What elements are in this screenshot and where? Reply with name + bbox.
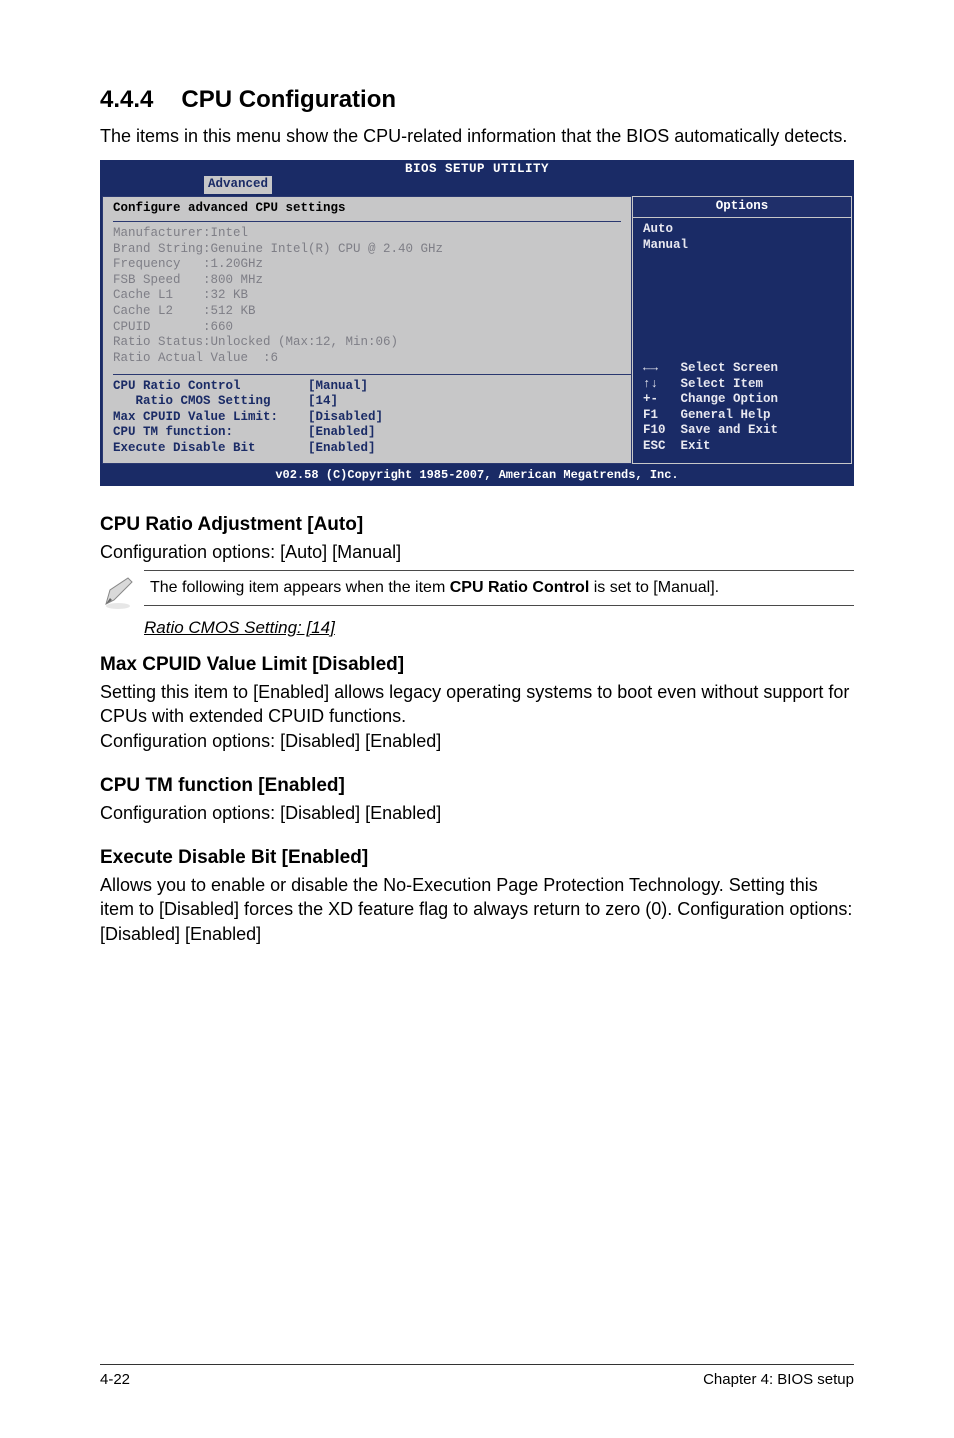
nav-help: ←→ Select Screen ↑↓ Select Item +- Chang… xyxy=(633,357,851,463)
text-max-cpuid: Setting this item to [Enabled] allows le… xyxy=(100,680,854,753)
bios-footer: v02.58 (C)Copyright 1985-2007, American … xyxy=(100,466,854,486)
intro-text: The items in this menu show the CPU-rela… xyxy=(100,124,854,148)
heading-max-cpuid: Max CPUID Value Limit [Disabled] xyxy=(100,654,854,676)
bios-left-header: Configure advanced CPU settings xyxy=(113,201,621,222)
heading-cpu-ratio-adj: CPU Ratio Adjustment [Auto] xyxy=(100,514,854,536)
section-number: 4.4.4 xyxy=(100,86,153,114)
section-heading: 4.4.4 CPU Configuration xyxy=(100,86,854,114)
text-tm-func: Configuration options: [Disabled] [Enabl… xyxy=(100,801,854,825)
bios-screenshot: BIOS SETUP UTILITY Advanced Configure ad… xyxy=(100,160,854,485)
cpu-settings-block[interactable]: CPU Ratio Control [Manual] Ratio CMOS Se… xyxy=(113,379,621,457)
link-ratio-cmos-setting[interactable]: Ratio CMOS Setting: [14] xyxy=(144,618,854,638)
cpu-info-block: Manufacturer:Intel Brand String:Genuine … xyxy=(113,226,621,367)
text-exec-disable: Allows you to enable or disable the No-E… xyxy=(100,873,854,946)
bios-divider xyxy=(113,374,631,375)
note-bold: CPU Ratio Control xyxy=(450,579,590,596)
bios-titlebar: BIOS SETUP UTILITY Advanced xyxy=(100,160,854,194)
note-box: The following item appears when the item… xyxy=(144,570,854,606)
page-footer: 4-22 Chapter 4: BIOS setup xyxy=(100,1364,854,1388)
options-list: Auto Manual xyxy=(633,218,851,261)
note-pencil-icon xyxy=(100,570,144,610)
bios-right-pane: Options Auto Manual ←→ Select Screen ↑↓ … xyxy=(632,196,852,463)
chapter-label: Chapter 4: BIOS setup xyxy=(703,1371,854,1388)
page-number: 4-22 xyxy=(100,1371,130,1388)
note-post: is set to [Manual]. xyxy=(589,579,719,596)
heading-tm-func: CPU TM function [Enabled] xyxy=(100,775,854,797)
section-title: CPU Configuration xyxy=(181,86,396,113)
text-cpu-ratio-adj: Configuration options: [Auto] [Manual] xyxy=(100,540,854,564)
bios-title: BIOS SETUP UTILITY xyxy=(405,162,549,178)
note-pre: The following item appears when the item xyxy=(150,579,450,596)
heading-exec-disable: Execute Disable Bit [Enabled] xyxy=(100,847,854,869)
bios-left-pane: Configure advanced CPU settings Manufact… xyxy=(102,196,632,463)
options-header: Options xyxy=(632,196,852,218)
bios-tab-advanced[interactable]: Advanced xyxy=(204,176,272,194)
